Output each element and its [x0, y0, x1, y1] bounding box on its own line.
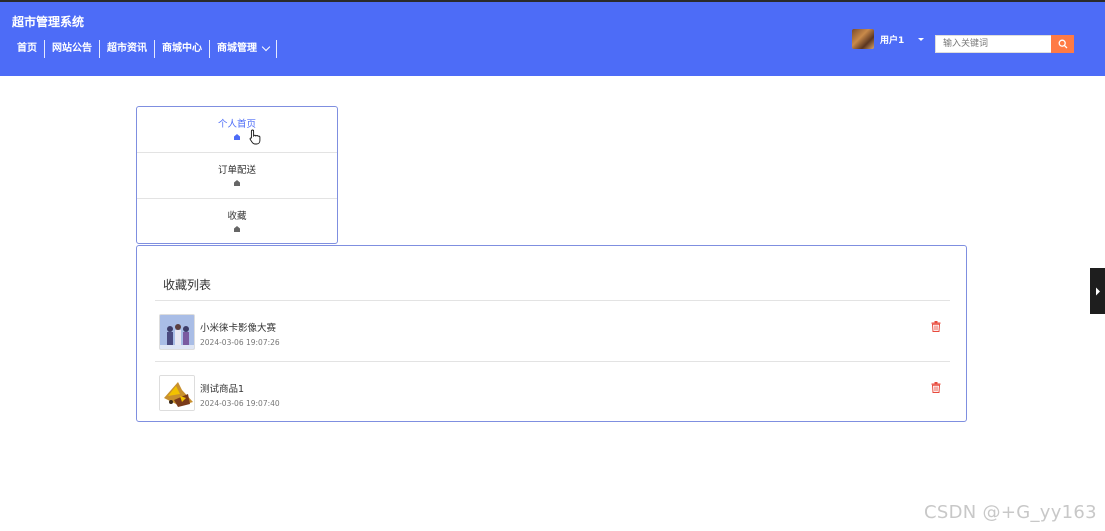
favorites-panel: 收藏列表 小米徕卡影像大赛 2024-03-06 19:07:26 测试商品1 … — [136, 245, 967, 422]
favorite-item[interactable]: 小米徕卡影像大赛 2024-03-06 19:07:26 — [159, 314, 949, 352]
nav-mall-center[interactable]: 商城中心 — [155, 40, 210, 58]
tab-label: 个人首页 — [217, 119, 256, 130]
nav-label: 网站公告 — [52, 43, 92, 54]
top-header: 超市管理系统 首页 网站公告 超市资讯 商城中心 商城管理 用户1 — [0, 2, 1105, 76]
nav-label: 商城管理 — [217, 43, 257, 54]
delete-icon[interactable] — [931, 382, 941, 393]
home-icon — [234, 134, 240, 140]
nav-label: 首页 — [17, 43, 37, 54]
tab-order-delivery[interactable]: 订单配送 — [137, 153, 337, 199]
main-nav: 首页 网站公告 超市资讯 商城中心 商城管理 — [10, 39, 277, 59]
tab-label: 收藏 — [227, 211, 247, 222]
item-image — [160, 315, 194, 349]
home-icon — [234, 226, 240, 232]
item-image — [160, 376, 194, 410]
app-title: 超市管理系统 — [12, 15, 85, 29]
user-menu[interactable]: 用户1 — [852, 29, 925, 49]
tab-favorites[interactable]: 收藏 — [137, 199, 337, 245]
tab-personal-home[interactable]: 个人首页 — [137, 107, 337, 153]
watermark: CSDN @+G_yy163 — [924, 502, 1097, 523]
chevron-right-icon — [1095, 287, 1100, 295]
divider — [155, 300, 950, 301]
side-expand-button[interactable] — [1090, 268, 1105, 314]
nav-label: 商城中心 — [162, 43, 202, 54]
app-window: 超市管理系统 首页 网站公告 超市资讯 商城中心 商城管理 用户1 个人首页 — [0, 0, 1105, 531]
profile-tabs: 个人首页 订单配送 收藏 — [136, 106, 338, 244]
hand-cursor-icon — [249, 129, 261, 145]
item-thumbnail — [159, 314, 195, 350]
item-name: 小米徕卡影像大赛 — [200, 323, 277, 334]
divider — [155, 361, 950, 362]
favorites-title: 收藏列表 — [163, 278, 212, 292]
nav-announcements[interactable]: 网站公告 — [45, 40, 100, 58]
nav-label: 超市资讯 — [107, 43, 147, 54]
item-name: 测试商品1 — [200, 384, 245, 395]
search-box — [935, 35, 1074, 53]
item-thumbnail — [159, 375, 195, 411]
tab-label: 订单配送 — [217, 165, 256, 176]
delete-icon[interactable] — [931, 321, 941, 332]
nav-home[interactable]: 首页 — [10, 40, 45, 58]
chevron-down-icon — [261, 42, 271, 52]
user-name: 用户1 — [880, 35, 905, 46]
caret-down-icon — [918, 37, 925, 41]
search-input[interactable] — [935, 35, 1051, 53]
search-icon — [1058, 39, 1067, 49]
avatar — [852, 29, 874, 49]
search-button[interactable] — [1051, 35, 1074, 53]
item-time: 2024-03-06 19:07:40 — [200, 399, 280, 408]
item-time: 2024-03-06 19:07:26 — [200, 338, 280, 347]
nav-news[interactable]: 超市资讯 — [100, 40, 155, 58]
favorite-item[interactable]: 测试商品1 2024-03-06 19:07:40 — [159, 375, 949, 413]
nav-mall-management[interactable]: 商城管理 — [210, 40, 277, 58]
home-icon — [234, 180, 240, 186]
